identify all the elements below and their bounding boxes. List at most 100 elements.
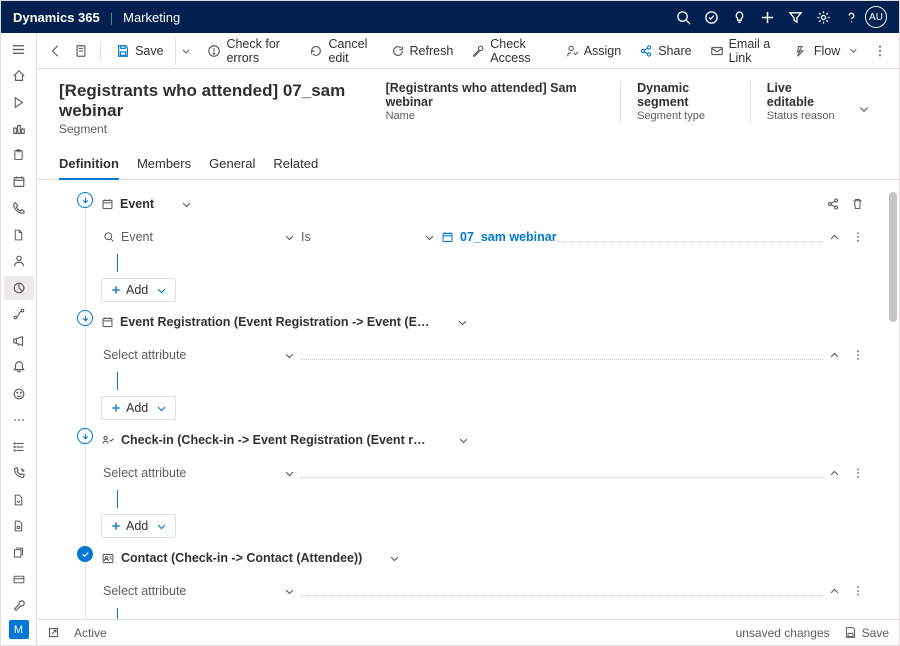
attribute-chevron-icon[interactable]	[284, 350, 295, 361]
phone-dial-icon[interactable]	[4, 461, 34, 486]
cancel-edit-button[interactable]: Cancel edit	[302, 33, 379, 69]
journey-icon[interactable]	[4, 302, 34, 327]
attribute-chevron-icon[interactable]	[284, 468, 295, 479]
value-link[interactable]: 07_sam webinar	[460, 230, 557, 244]
dots-icon[interactable]	[4, 408, 34, 433]
megaphone-icon[interactable]	[4, 329, 34, 354]
check-access-label: Check Access	[490, 37, 546, 65]
attribute-selector[interactable]: Select attribute	[103, 466, 186, 480]
card-icon[interactable]	[4, 567, 34, 592]
row-collapse-icon[interactable]	[823, 350, 845, 361]
entity-name-label: Event Registration (Event Registration -…	[120, 315, 430, 329]
add-condition-button[interactable]: Add	[101, 396, 176, 420]
footer-save-button[interactable]: Save	[844, 626, 889, 640]
check-errors-button[interactable]: Check for errors	[200, 33, 298, 69]
assign-label: Assign	[584, 44, 622, 58]
dashboard-icon[interactable]	[4, 117, 34, 142]
hamburger-icon[interactable]	[4, 37, 34, 62]
page-arrow-icon[interactable]	[4, 488, 34, 513]
node-header[interactable]: Check-in (Check-in -> Event Registration…	[101, 426, 869, 454]
row-collapse-icon[interactable]	[823, 586, 845, 597]
assign-button[interactable]: Assign	[558, 40, 629, 62]
flow-node: Contact (Check-in -> Contact (Attendee))…	[101, 544, 869, 619]
node-delete-icon[interactable]	[845, 197, 869, 211]
phone-icon[interactable]	[4, 196, 34, 221]
tab-definition[interactable]: Definition	[59, 150, 119, 179]
form-icon[interactable]	[71, 37, 93, 65]
back-button[interactable]	[45, 37, 67, 65]
attribute-row: Select attribute	[101, 340, 869, 370]
tab-related[interactable]: Related	[273, 150, 318, 179]
row-more-icon[interactable]	[847, 348, 869, 362]
gear-icon[interactable]	[809, 3, 837, 31]
attribute-selector[interactable]: Select attribute	[103, 584, 186, 598]
flow-label: Flow	[814, 44, 840, 58]
scrollbar[interactable]	[889, 192, 897, 322]
add-chevron-icon[interactable]	[156, 521, 167, 532]
play-icon[interactable]	[4, 90, 34, 115]
calendar-icon	[441, 231, 454, 244]
add-condition-button[interactable]: Add	[101, 278, 176, 302]
overflow-menu[interactable]	[869, 37, 891, 65]
popout-icon[interactable]	[47, 626, 60, 639]
emoji-icon[interactable]	[4, 382, 34, 407]
entity-chevron-icon[interactable]	[451, 435, 475, 446]
user-avatar[interactable]: AU	[865, 6, 887, 28]
tab-members[interactable]: Members	[137, 150, 191, 179]
brand-label: Dynamics 365	[13, 10, 100, 25]
operator-chevron-icon[interactable]	[424, 232, 435, 243]
clipboard-icon[interactable]	[4, 143, 34, 168]
module-badge[interactable]: M	[9, 620, 29, 639]
home-icon[interactable]	[4, 64, 34, 89]
task-icon[interactable]	[697, 3, 725, 31]
page-lock-icon[interactable]	[4, 514, 34, 539]
node-share-icon[interactable]	[821, 197, 845, 211]
node-header[interactable]: Event	[101, 190, 869, 218]
attribute-selector[interactable]: Event	[121, 230, 153, 244]
entity-icon	[101, 316, 114, 329]
meta-name-label: Name	[386, 110, 605, 122]
wrench-icon[interactable]	[4, 594, 34, 619]
row-more-icon[interactable]	[847, 466, 869, 480]
attribute-chevron-icon[interactable]	[284, 586, 295, 597]
check-errors-label: Check for errors	[226, 37, 291, 65]
row-more-icon[interactable]	[847, 584, 869, 598]
add-chevron-icon[interactable]	[156, 285, 167, 296]
help-icon[interactable]	[837, 3, 865, 31]
lightbulb-icon[interactable]	[725, 3, 753, 31]
add-icon[interactable]	[753, 3, 781, 31]
save-button[interactable]: Save	[109, 40, 171, 62]
node-header[interactable]: Contact (Check-in -> Contact (Attendee))	[101, 544, 869, 572]
flow-node: Event Registration (Event Registration -…	[101, 308, 869, 420]
header-expand-chevron[interactable]	[851, 103, 877, 115]
refresh-button[interactable]: Refresh	[384, 40, 461, 62]
segment-icon[interactable]	[4, 276, 34, 301]
check-access-button[interactable]: Check Access	[464, 33, 553, 69]
node-header[interactable]: Event Registration (Event Registration -…	[101, 308, 869, 336]
email-link-label: Email a Link	[729, 37, 777, 65]
entity-chevron-icon[interactable]	[450, 317, 474, 328]
row-collapse-icon[interactable]	[823, 468, 845, 479]
attribute-chevron-icon[interactable]	[284, 232, 295, 243]
add-chevron-icon[interactable]	[156, 403, 167, 414]
tab-general[interactable]: General	[209, 150, 255, 179]
save-split-chevron[interactable]	[175, 37, 197, 65]
add-condition-button[interactable]: Add	[101, 514, 176, 538]
row-more-icon[interactable]	[847, 230, 869, 244]
filter-icon[interactable]	[781, 3, 809, 31]
document-icon[interactable]	[4, 223, 34, 248]
entity-chevron-icon[interactable]	[174, 199, 198, 210]
contact-icon[interactable]	[4, 249, 34, 274]
entity-chevron-icon[interactable]	[382, 553, 406, 564]
search-icon[interactable]	[669, 3, 697, 31]
bell-icon[interactable]	[4, 355, 34, 380]
calendar-icon[interactable]	[4, 170, 34, 195]
list-icon[interactable]	[4, 435, 34, 460]
operator-label[interactable]: Is	[301, 230, 311, 244]
email-link-button[interactable]: Email a Link	[703, 33, 784, 69]
row-collapse-icon[interactable]	[823, 232, 845, 243]
flow-button[interactable]: Flow	[788, 40, 865, 62]
page-stack-icon[interactable]	[4, 541, 34, 566]
attribute-selector[interactable]: Select attribute	[103, 348, 186, 362]
share-button[interactable]: Share	[632, 40, 698, 62]
